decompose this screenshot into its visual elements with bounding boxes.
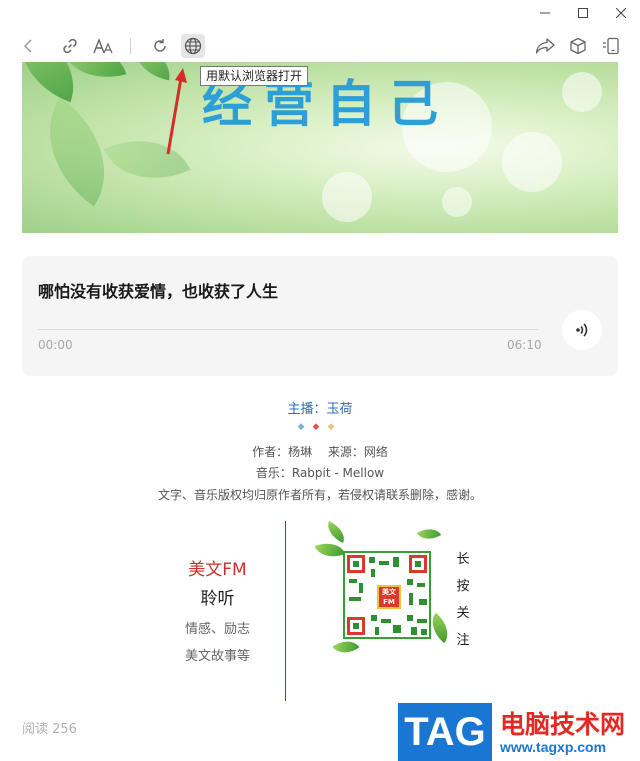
anchor-credit: 主播：玉荷 [287,402,353,417]
annotation-arrow [166,68,187,155]
qr-logo: 美文FM [377,585,401,609]
qr-code[interactable]: 美文FM [314,521,456,660]
audio-wave-icon [576,323,588,337]
audio-player: 哪怕没有收获爱情，也收获了人生 00:00 06:10 [22,256,618,376]
read-count: 阅读 256 [22,722,77,737]
font-size-button[interactable] [91,34,115,58]
bokeh-light [502,132,562,192]
leaf-decoration [416,522,442,546]
globe-icon [184,37,202,55]
audio-title: 哪怕没有收获爱情，也收获了人生 [38,282,279,301]
share-icon [535,38,555,54]
watermark-logo: TAG [398,703,492,761]
promo-brand: 美文FM [188,560,247,580]
decorative-dots: ◆◆◆ [0,422,640,432]
copy-link-button[interactable] [58,34,82,58]
banner-image: 经营自己 [22,62,618,233]
diamond-icon: ◆ [327,422,343,432]
promo-text: 美文FM 聆听 情感、励志 美文故事等 [150,555,285,664]
author-credit: 作者：杨琳 来源：网络 [252,445,388,459]
audio-progress-bar[interactable] [38,329,538,330]
watermark-title: 电脑技术网 [500,710,626,739]
audio-play-button[interactable] [562,310,602,350]
cube-icon [570,37,586,55]
open-in-browser-button[interactable] [181,34,205,58]
music-credit: 音乐：Rabpit - Mellow [255,466,385,480]
share-button[interactable] [533,34,557,58]
minimize-icon [540,12,550,14]
font-size-icon [93,38,113,54]
browser-tooltip: 用默认浏览器打开 [200,66,309,86]
back-button[interactable] [17,34,41,58]
minimize-button[interactable] [526,0,564,26]
bokeh-light [322,172,372,222]
promo-divider [285,521,286,701]
refresh-button[interactable] [148,34,172,58]
maximize-button[interactable] [564,0,602,26]
leaf-decoration [323,521,349,543]
back-icon [23,39,32,53]
diamond-icon: ◆ [297,422,313,432]
qr-code-grid: 美文FM [343,551,431,639]
watermark-url: www.tagxp.com [500,739,607,755]
bokeh-light [442,187,472,217]
toolbar [0,30,640,62]
open-on-phone-button[interactable] [599,34,623,58]
diamond-icon: ◆ [312,422,328,432]
refresh-icon [154,39,166,52]
audio-current-time: 00:00 [38,338,73,352]
promo-tag: 情感、励志 [184,622,250,637]
audio-duration: 06:10 [507,338,542,352]
promo-tag: 美文故事等 [184,649,250,664]
long-press-follow: 长按关注 [456,552,470,648]
toolbar-separator [130,38,131,54]
close-icon [616,8,626,18]
close-button[interactable] [602,0,640,26]
phone-icon [603,37,619,55]
promo-listen: 聆听 [200,589,235,609]
cube-button[interactable] [566,34,590,58]
window-controls [526,0,640,26]
copyright-notice: 文字、音乐版权均归原作者所有，若侵权请联系删除，感谢。 [157,488,482,502]
maximize-icon [578,8,588,18]
bokeh-light [562,72,602,112]
link-icon [63,38,77,54]
